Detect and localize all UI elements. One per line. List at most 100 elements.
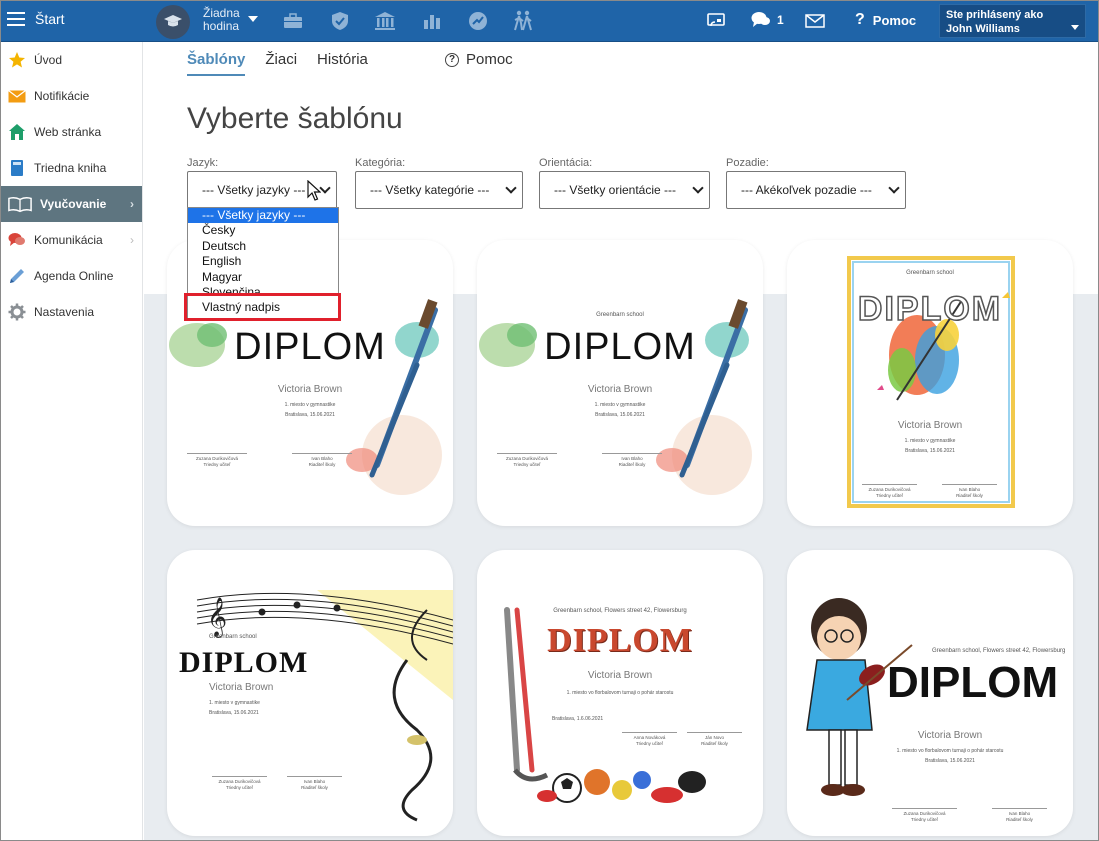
pencil-icon (8, 267, 26, 285)
card-signature-1: Zuzana Durikovičová Triedny učiteľ (862, 484, 917, 499)
trend-circle-icon[interactable] (467, 10, 489, 32)
card-diplom-heading: DIPLOM (179, 646, 309, 679)
orientation-filter-label: Orientácia: (539, 157, 593, 169)
briefcase-icon[interactable] (282, 10, 304, 32)
card-diplom-heading: DIPLOM (547, 622, 693, 659)
tab-sablony[interactable]: Šablóny (187, 51, 246, 76)
card-date: Bratislava, 1.6.06.2021 (552, 716, 604, 722)
background-filter: Pozadie: --- Akékoľvek pozadie --- (726, 157, 906, 209)
tab-historia[interactable]: História (317, 51, 368, 76)
page-title: Vyberte šablónu (187, 102, 403, 135)
card-student-name: Victoria Brown (277, 384, 343, 395)
template-card[interactable]: Greenbarn school, Flowers street 42, Flo… (787, 550, 1073, 836)
sidebar-item-agenda-online[interactable]: Agenda Online (1, 258, 142, 294)
user-caption: Ste prihlásený ako (946, 9, 1044, 21)
shield-icon[interactable] (329, 10, 351, 32)
sidebar-item-label: Agenda Online (34, 269, 114, 283)
help-link[interactable]: ? Pomoc (445, 51, 513, 68)
sidebar-item-web-stranka[interactable]: Web stránka (1, 114, 142, 150)
card-achievement: 1. miesto vo florbalovom turnaji o pohár… (566, 690, 674, 696)
start-label: Štart (35, 11, 65, 27)
card-date: Bratislava, 15.06.2021 (209, 710, 259, 716)
chevron-down-icon (888, 182, 900, 194)
svg-text:𝄞: 𝄞 (207, 597, 227, 638)
chevron-down-icon[interactable] (248, 16, 258, 22)
template-card[interactable]: Greenbarn school DIPLOM Victoria Brown 1… (477, 240, 763, 526)
chevron-right-icon: › (130, 197, 134, 211)
sidebar-item-vyucovanie[interactable]: Vyučovanie › (1, 186, 142, 222)
music-notes-artwork: 𝄞 (196, 590, 453, 822)
messages-button[interactable]: 1 (751, 11, 784, 29)
sidebar-item-komunikacia[interactable]: Komunikácia › (1, 222, 142, 258)
bank-icon[interactable] (374, 10, 396, 32)
sidebar-item-label: Komunikácia (34, 233, 103, 247)
card-signature-1: Zuzana Durikovičová Triedny učiteľ (892, 808, 957, 823)
card-achievement: 1. miesto v gymnastike (284, 402, 336, 408)
card-achievement: 1. miesto vo florbalovom turnaji o pohár… (896, 748, 1004, 754)
card-signature-2: Ivan Blaho Riaditeľ školy (287, 776, 342, 791)
messages-count: 1 (777, 13, 784, 27)
sidebar-item-triedna-kniha[interactable]: Triedna kniha (1, 150, 142, 186)
card-school: Greenbarn school, Flowers street 42, Flo… (553, 608, 687, 614)
help-button[interactable]: ? Pomoc (855, 11, 916, 29)
mouse-cursor-icon (307, 179, 322, 207)
language-filter-label: Jazyk: (187, 157, 219, 169)
language-option[interactable]: English (188, 254, 338, 269)
help-label: Pomoc (872, 12, 917, 28)
watercolor-artwork (479, 299, 752, 495)
chat-bubbles-icon (751, 12, 770, 27)
start-button[interactable]: Štart (7, 11, 65, 27)
open-book-icon (8, 195, 32, 213)
language-option[interactable]: Magyar (188, 270, 338, 285)
background-filter-label: Pozadie: (726, 157, 769, 169)
sidebar-item-label: Triedna kniha (34, 161, 107, 175)
language-option[interactable]: Česky (188, 223, 338, 238)
question-mark-icon: ? (855, 11, 865, 28)
card-student-name: Victoria Brown (587, 384, 653, 395)
card-signature-2: Ivan Blaho Riaditeľ školy (292, 453, 352, 468)
card-achievement: 1. miesto v gymnastike (209, 700, 260, 706)
background-select[interactable]: --- Akékoľvek pozadie --- (726, 171, 906, 209)
card-diplom-heading: DIPLOM (544, 326, 696, 368)
card-signature-2: Ivan Blaho Riaditeľ školy (992, 808, 1047, 823)
lesson-selector[interactable]: Žiadna hodina (203, 7, 240, 33)
language-option[interactable]: --- Všetky jazyky --- (188, 208, 338, 224)
sidebar-item-label: Nastavenia (34, 305, 95, 319)
bar-chart-icon[interactable] (421, 10, 443, 32)
card-diplom-heading: DIPLOM (234, 326, 386, 368)
sidebar-item-uvod[interactable]: Úvod (1, 42, 142, 78)
language-option[interactable]: Deutsch (188, 239, 338, 254)
card-date: Bratislava, 15.06.2021 (925, 758, 975, 764)
sidebar: Úvod Notifikácie Web stránka Triedna kni… (1, 42, 143, 840)
template-card[interactable]: 𝄞 Greenbarn school DIPLOM Victoria Brown… (167, 550, 453, 836)
card-date: Bratislava, 15.06.2021 (595, 412, 645, 418)
card-student-name: Victoria Brown (897, 420, 963, 431)
mail-icon[interactable] (804, 10, 826, 32)
cast-screen-icon[interactable] (705, 10, 727, 32)
card-student-name: Victoria Brown (209, 682, 274, 693)
tab-bar: Šablóny Žiaci História (187, 51, 388, 76)
category-select-value: --- Všetky kategórie --- (370, 183, 490, 197)
user-menu[interactable]: Ste prihlásený ako John Williams (939, 4, 1086, 38)
highlighted-option-custom-title[interactable]: Vlastný nadpis (184, 293, 341, 321)
orientation-select[interactable]: --- Všetky orientácie --- (539, 171, 710, 209)
chevron-down-icon (319, 182, 331, 194)
tab-ziaci[interactable]: Žiaci (265, 51, 297, 76)
lesson-label-line2: hodina (203, 19, 240, 33)
graduation-cap-icon[interactable] (156, 5, 190, 39)
template-card[interactable]: Greenbarn school DIPLOM Victoria Brown 1… (787, 240, 1073, 526)
language-option: Vlastný nadpis (202, 300, 281, 314)
top-bar: Štart Žiadna hodina 1 ? Pomoc Ste prihlá… (1, 1, 1098, 42)
card-diplom-heading: DIPLOM (857, 289, 1003, 329)
sidebar-item-notifikacie[interactable]: Notifikácie (1, 78, 142, 114)
home-icon (8, 123, 26, 141)
people-walking-icon[interactable] (512, 10, 534, 32)
card-signature-1: Zuzana Durikovičová Triedny učiteľ (212, 776, 267, 791)
template-card[interactable]: Greenbarn school, Flowers street 42, Flo… (477, 550, 763, 836)
sidebar-item-nastavenia[interactable]: Nastavenia (1, 294, 142, 330)
sidebar-item-label: Notifikácie (34, 89, 90, 103)
card-signature-1: Anna Nováková Triedny učiteľ (622, 732, 677, 747)
card-school: Greenbarn school, Flowers street 42, Flo… (932, 648, 1066, 654)
sidebar-item-label: Vyučovanie (40, 197, 107, 211)
category-select[interactable]: --- Všetky kategórie --- (355, 171, 523, 209)
